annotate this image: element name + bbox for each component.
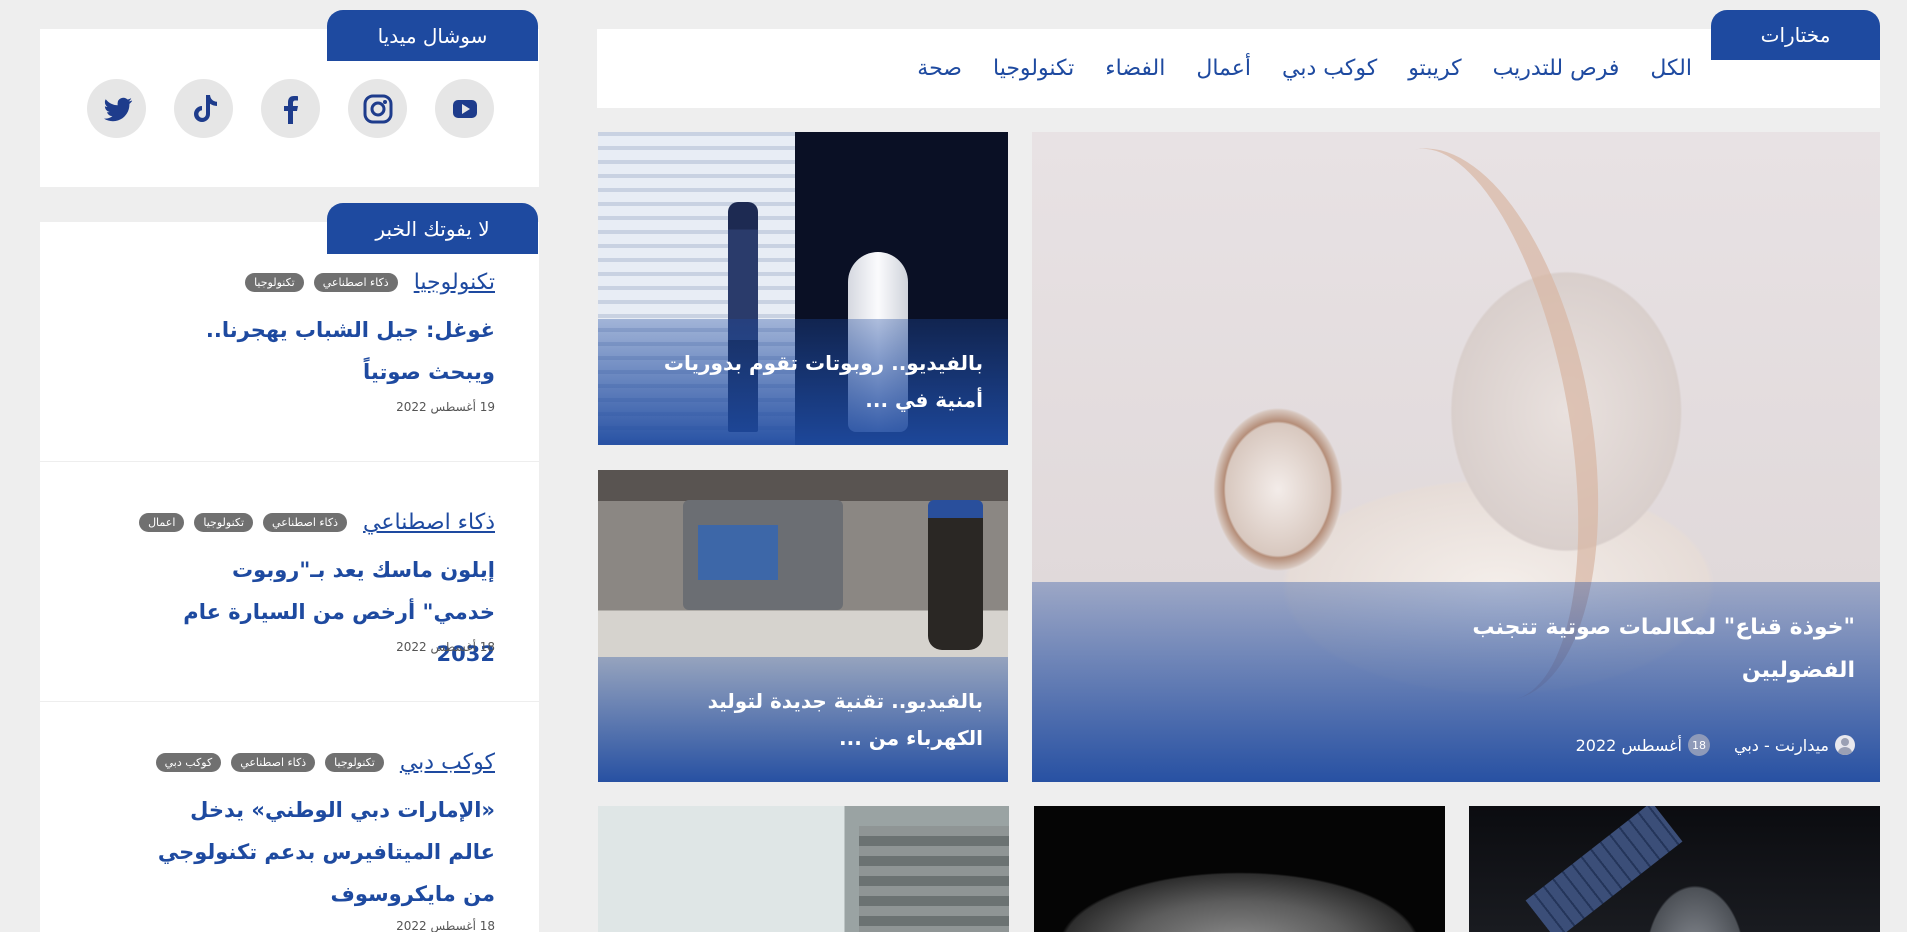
featured-article-overlay: "خوذة قناع" لمكالمات صوتية تتجنب الفضولي… (1032, 582, 1880, 782)
dont-miss-heading: لا يفوتك الخبر (327, 203, 538, 254)
asteroid-image (1034, 806, 1445, 932)
dont-miss-box: تكنولوجيا ذكاء اصطناعي تكنولوجيا غوغل: ج… (40, 222, 539, 932)
featured-article-author[interactable]: ميدارنت - دبي (1734, 736, 1829, 755)
date-meta: 18 أغسطس 2022 (1576, 734, 1710, 756)
lab-screen-shape (698, 525, 778, 580)
news-title-link[interactable]: «الإمارات دبي الوطني» يدخل عالم الميتافي… (155, 789, 495, 915)
tag-chip[interactable]: تكنولوجيا (245, 273, 304, 292)
page: الكل فرص للتدريب كريبتو كوكب دبي أعمال ا… (0, 0, 1907, 932)
news-date: 19 أغسطس 2022 (396, 400, 495, 414)
tag-chip[interactable]: كوكب دبي (155, 753, 222, 772)
facebook-icon[interactable] (261, 79, 320, 138)
list-item: تكنولوجيا ذكاء اصطناعي تكنولوجيا غوغل: ج… (40, 222, 539, 462)
instagram-icon[interactable] (348, 79, 407, 138)
news-title-link[interactable]: غوغل: جيل الشباب يهجرنا.. ويبحث صوتياً (155, 309, 495, 393)
tag-chip[interactable]: تكنولوجيا (194, 513, 254, 532)
filter-planet-dubai[interactable]: كوكب دبي (1282, 56, 1377, 81)
picks-heading: مختارات (1711, 10, 1880, 60)
news-category-link[interactable]: تكنولوجيا (414, 270, 495, 295)
tag-chip[interactable]: ذكاء اصطناعي (313, 273, 398, 292)
day-badge: 18 (1688, 734, 1710, 756)
social-media-heading: سوشال ميديا (327, 10, 538, 61)
filter-space[interactable]: الفضاء (1105, 56, 1165, 81)
twitter-icon[interactable] (87, 79, 146, 138)
side-article-card[interactable]: بالفيديو.. روبوتات تقوم بدوريات أمنية في… (598, 132, 1008, 445)
side-article-title[interactable]: بالفيديو.. تقنية جديدة لتوليد الكهرباء م… (653, 683, 983, 757)
side-article-overlay: بالفيديو.. تقنية جديدة لتوليد الكهرباء م… (598, 657, 1008, 782)
article-thumbnail-card[interactable] (1034, 806, 1445, 932)
user-icon (1835, 735, 1855, 755)
author-meta: ميدارنت - دبي (1734, 735, 1855, 755)
tag-chip[interactable]: تكنولوجيا (325, 753, 384, 772)
tiktok-icon[interactable] (174, 79, 233, 138)
building-shape (859, 826, 1009, 932)
filter-technology[interactable]: تكنولوجيا (993, 56, 1074, 81)
news-tags: تكنولوجيا ذكاء اصطناعي كوكب دبي (155, 753, 384, 772)
filter-list: الكل فرص للتدريب كريبتو كوكب دبي أعمال ا… (917, 29, 1692, 108)
featured-article-meta: ميدارنت - دبي 18 أغسطس 2022 (1576, 734, 1855, 756)
filter-training[interactable]: فرص للتدريب (1493, 56, 1620, 81)
tag-chip[interactable]: اعمال (139, 513, 185, 532)
spacecraft-image (1469, 806, 1880, 932)
news-date: 18 أغسطس 2022 (396, 919, 495, 932)
side-article-title[interactable]: بالفيديو.. روبوتات تقوم بدوريات أمنية في… (653, 345, 983, 419)
filter-all[interactable]: الكل (1650, 56, 1692, 81)
list-item: ذكاء اصطناعي ذكاء اصطناعي تكنولوجيا اعما… (40, 462, 539, 702)
social-links (87, 79, 494, 138)
side-article-overlay: بالفيديو.. روبوتات تقوم بدوريات أمنية في… (598, 319, 1008, 445)
side-article-card[interactable]: بالفيديو.. تقنية جديدة لتوليد الكهرباء م… (598, 470, 1008, 782)
featured-article-card[interactable]: "خوذة قناع" لمكالمات صوتية تتجنب الفضولي… (1032, 132, 1880, 782)
bottle-shape (928, 500, 983, 650)
news-tags: ذكاء اصطناعي تكنولوجيا (245, 273, 398, 292)
tag-chip[interactable]: ذكاء اصطناعي (231, 753, 316, 772)
news-date: 18 أغسطس 2022 (396, 640, 495, 654)
article-thumbnail-card[interactable] (598, 806, 1009, 932)
news-category-link[interactable]: ذكاء اصطناعي (363, 510, 495, 535)
filter-health[interactable]: صحة (917, 56, 962, 81)
featured-article-date: أغسطس 2022 (1575, 735, 1682, 755)
news-category-link[interactable]: كوكب دبي (400, 750, 495, 775)
news-item-head: ذكاء اصطناعي ذكاء اصطناعي تكنولوجيا اعما… (139, 510, 495, 535)
featured-article-title[interactable]: "خوذة قناع" لمكالمات صوتية تتجنب الفضولي… (1435, 606, 1855, 692)
filter-business[interactable]: أعمال (1196, 56, 1251, 81)
filter-crypto[interactable]: كريبتو (1408, 56, 1461, 81)
news-title-link[interactable]: إيلون ماسك يعد بـ"روبوت خدمي" أرخص من ال… (155, 549, 495, 675)
news-item-head: تكنولوجيا ذكاء اصطناعي تكنولوجيا (245, 270, 495, 295)
picks-filter-bar: الكل فرص للتدريب كريبتو كوكب دبي أعمال ا… (597, 29, 1880, 108)
news-item-head: كوكب دبي تكنولوجيا ذكاء اصطناعي كوكب دبي (155, 750, 495, 775)
list-item: كوكب دبي تكنولوجيا ذكاء اصطناعي كوكب دبي… (40, 702, 539, 932)
news-tags: ذكاء اصطناعي تكنولوجيا اعمال (139, 513, 348, 532)
youtube-icon[interactable] (435, 79, 494, 138)
article-thumbnail-card[interactable] (1469, 806, 1880, 932)
tag-chip[interactable]: ذكاء اصطناعي (263, 513, 348, 532)
